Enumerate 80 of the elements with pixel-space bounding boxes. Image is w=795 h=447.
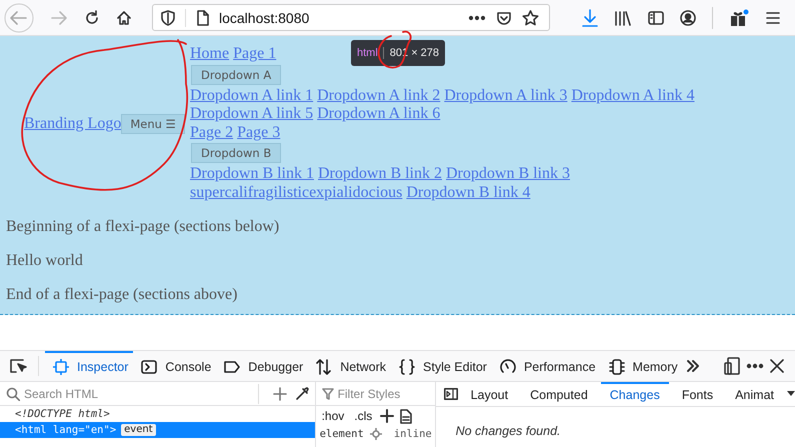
devtools-tab[interactable]: Console [133, 351, 216, 381]
nav-link[interactable]: Page 1 [233, 45, 276, 62]
reload-icon[interactable] [84, 10, 100, 26]
document-icon[interactable] [400, 408, 412, 424]
dropdown-link[interactable]: Dropdown A link 4 [571, 86, 694, 104]
hov-button[interactable]: :hov [320, 409, 346, 423]
search-html-field[interactable]: Search HTML [24, 386, 238, 400]
close-icon[interactable] [770, 359, 784, 373]
sidebar-tab[interactable]: Computed [521, 382, 597, 406]
devtools-tab[interactable]: Inspector [45, 351, 134, 381]
inline-label: inline [394, 428, 432, 440]
home-icon[interactable] [116, 10, 132, 26]
dropdown-link[interactable]: Dropdown B link 4 [406, 184, 530, 200]
account-icon[interactable] [680, 10, 696, 26]
nav-link[interactable]: Page 3 [237, 124, 280, 140]
cls-button[interactable]: .cls [352, 409, 374, 423]
gift-icon[interactable] [729, 8, 749, 26]
address-bar[interactable]: localhost:8080 [152, 4, 550, 31]
sidebar-toggle-icon[interactable] [444, 388, 458, 400]
sidebar-icon[interactable] [648, 10, 664, 26]
empty-message: No changes found. [454, 423, 562, 438]
menu-icon[interactable] [765, 10, 781, 24]
chevrons-icon[interactable] [686, 359, 700, 373]
paragraph: Hello world [6, 252, 84, 270]
filter-styles-field[interactable]: Filter Styles [338, 386, 429, 400]
star-icon[interactable] [522, 10, 540, 26]
element-picker-icon[interactable] [9, 357, 29, 375]
arrows-icon [316, 359, 332, 375]
sidebar-tab[interactable]: Changes [600, 382, 669, 406]
dropdown-link[interactable]: Dropdown A link 1 [190, 86, 314, 104]
search-icon [6, 386, 20, 400]
more-icon[interactable] [746, 363, 764, 369]
download-icon[interactable] [582, 8, 598, 26]
gauge-icon [500, 359, 516, 375]
responsive-icon[interactable] [724, 357, 740, 375]
html-node[interactable]: <html lang="en"> [15, 424, 116, 436]
sidebar-tab[interactable]: Layout [462, 382, 518, 406]
sidebar-tab[interactable]: Fonts [672, 382, 722, 406]
dropdown-link[interactable]: Dropdown B link 2 [318, 165, 442, 182]
devtools-tab[interactable]: Memory [600, 351, 683, 381]
nav-link[interactable]: Page 2 [190, 124, 234, 140]
dropdown-button[interactable]: Dropdown B [191, 143, 282, 163]
devtools-tab[interactable]: Network [308, 351, 392, 381]
dropdown-link[interactable]: Dropdown A link 5 [190, 105, 314, 122]
tag-name: html [357, 47, 384, 59]
plus-icon[interactable] [380, 409, 394, 423]
dropdown-link[interactable]: supercalifragilisticexpialidocious [190, 184, 402, 200]
devtools-tab[interactable]: Style Editor [391, 351, 492, 381]
dropdown-link[interactable]: Dropdown B link 1 [190, 165, 314, 182]
library-icon[interactable] [614, 10, 632, 26]
dropdown-link[interactable]: Dropdown B link 3 [446, 165, 570, 182]
devtools-tab[interactable]: Performance [492, 351, 601, 381]
console-icon [141, 359, 158, 375]
devtools-tab[interactable]: Debugger [216, 351, 308, 381]
debugger-icon [224, 359, 240, 375]
sidebar-tab[interactable]: Animat [726, 382, 783, 406]
paragraph: Beginning of a flexi-page (sections below) [6, 218, 280, 236]
braces-icon [399, 359, 416, 375]
filter-icon [322, 386, 334, 400]
dropdown-button[interactable]: Dropdown A [191, 64, 282, 84]
page-icon [196, 10, 209, 26]
nav-link[interactable]: Home [190, 45, 230, 62]
crosshair-icon[interactable] [370, 428, 382, 440]
branding-logo-link[interactable]: Branding Logo [24, 114, 122, 132]
dropdown-link[interactable]: Dropdown A link 2 [317, 86, 440, 104]
dropdown-caret-icon[interactable] [787, 391, 795, 397]
eyedropper-icon[interactable] [294, 386, 309, 400]
paragraph: End of a flexi-page (sections above) [6, 286, 238, 304]
pocket-icon[interactable] [496, 10, 512, 26]
element-rule-label: element [320, 428, 364, 440]
doctype-node[interactable]: <!DOCTYPE html> [15, 408, 110, 420]
shield-icon [161, 10, 175, 26]
dropdown-link[interactable]: Dropdown A link 6 [317, 105, 440, 122]
event-badge[interactable]: event [121, 424, 156, 436]
more-icon[interactable] [468, 14, 486, 20]
url-text: localhost:8080 [219, 10, 310, 26]
dropdown-link[interactable]: Dropdown A link 3 [444, 86, 568, 104]
inspector-icon [53, 359, 69, 375]
menu-button[interactable]: Menu ☰ [121, 114, 185, 134]
chip-icon [608, 359, 625, 375]
